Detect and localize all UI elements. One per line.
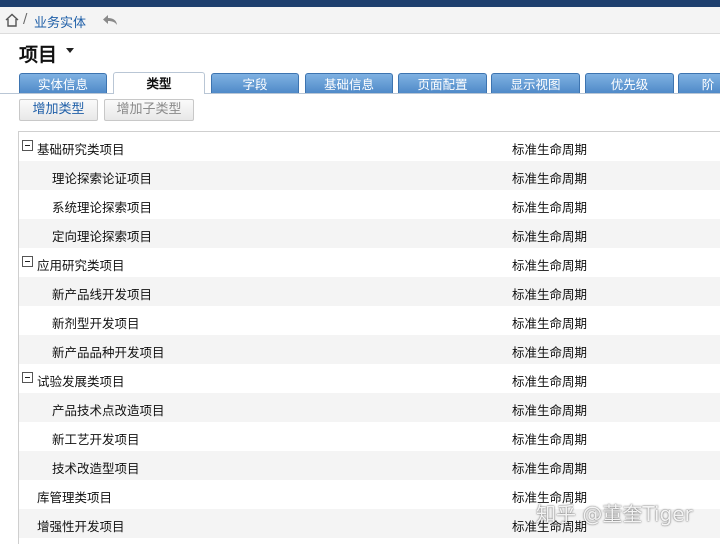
type-name: 基础研究类项目 xyxy=(37,142,125,157)
tab-type[interactable]: 类型 xyxy=(113,72,205,94)
type-tree-grid: 基础研究类项目 标准生命周期 理论探索论证项目 标准生命周期 系统理论探索项目 … xyxy=(18,131,720,544)
tab-page-config[interactable]: 页面配置 xyxy=(398,73,487,94)
top-header-bar xyxy=(0,0,720,7)
tree-row[interactable]: 定向理论探索项目 标准生命周期 xyxy=(19,219,720,248)
type-name: 系统理论探索项目 xyxy=(52,200,153,215)
tree-row[interactable]: 新剂型开发项目 标准生命周期 xyxy=(19,306,720,335)
lifecycle-name: 标准生命周期 xyxy=(512,461,588,476)
tree-row[interactable]: 新工艺开发项目 标准生命周期 xyxy=(19,422,720,451)
tree-row[interactable]: 应用研究类项目 标准生命周期 xyxy=(19,248,720,277)
breadcrumb-link-business-entity[interactable]: 业务实体 xyxy=(34,12,86,31)
type-name: 定向理论探索项目 xyxy=(52,229,153,244)
tab-fields[interactable]: 字段 xyxy=(211,73,299,94)
tab-stage[interactable]: 阶 xyxy=(678,73,720,94)
type-name: 试验发展类项目 xyxy=(37,374,125,389)
type-name: 新剂型开发项目 xyxy=(52,316,140,331)
tab-basic-info[interactable]: 基础信息 xyxy=(305,73,393,94)
tree-row[interactable]: 产品技术点改造项目 标准生命周期 xyxy=(19,393,720,422)
lifecycle-name: 标准生命周期 xyxy=(512,258,588,273)
tree-row[interactable]: 试验发展类项目 标准生命周期 xyxy=(19,364,720,393)
type-name: 新工艺开发项目 xyxy=(52,432,140,447)
add-subtype-button[interactable]: 增加子类型 xyxy=(104,99,194,121)
collapse-toggle-icon[interactable] xyxy=(22,140,33,151)
page-title: 项目 xyxy=(19,44,58,66)
lifecycle-name: 标准生命周期 xyxy=(512,374,588,389)
lifecycle-name: 标准生命周期 xyxy=(512,403,588,418)
tree-row[interactable]: 系统理论探索项目 标准生命周期 xyxy=(19,190,720,219)
tab-display-view[interactable]: 显示视图 xyxy=(491,73,580,94)
type-name: 增强性开发项目 xyxy=(37,519,125,534)
add-type-button[interactable]: 增加类型 xyxy=(19,99,98,121)
tree-row[interactable]: 新产品线开发项目 标准生命周期 xyxy=(19,277,720,306)
tree-row[interactable]: 理论探索论证项目 标准生命周期 xyxy=(19,161,720,190)
type-name: 新产品线开发项目 xyxy=(52,287,153,302)
back-arrow-icon[interactable] xyxy=(101,12,119,28)
tree-row[interactable]: 基础研究类项目 标准生命周期 xyxy=(19,132,720,161)
lifecycle-name: 标准生命周期 xyxy=(512,229,588,244)
collapse-toggle-icon[interactable] xyxy=(22,256,33,267)
tab-priority[interactable]: 优先级 xyxy=(585,73,674,94)
tree-row[interactable]: 新产品品种开发项目 标准生命周期 xyxy=(19,335,720,364)
lifecycle-name: 标准生命周期 xyxy=(512,142,588,157)
lifecycle-name: 标准生命周期 xyxy=(512,287,588,302)
breadcrumb-separator: / xyxy=(23,12,28,27)
type-name: 技术改造型项目 xyxy=(52,461,140,476)
tab-divider xyxy=(0,93,720,94)
type-name: 新产品品种开发项目 xyxy=(52,345,165,360)
collapse-toggle-icon[interactable] xyxy=(22,372,33,383)
lifecycle-name: 标准生命周期 xyxy=(512,171,588,186)
breadcrumb: / 业务实体 xyxy=(0,7,720,34)
type-name: 产品技术点改造项目 xyxy=(52,403,165,418)
lifecycle-name: 标准生命周期 xyxy=(512,200,588,215)
type-name: 库管理类项目 xyxy=(37,490,113,505)
lifecycle-name: 标准生命周期 xyxy=(512,345,588,360)
home-icon[interactable] xyxy=(4,12,20,28)
type-name: 应用研究类项目 xyxy=(37,258,125,273)
tree-row[interactable]: 技术改造型项目 标准生命周期 xyxy=(19,451,720,480)
title-dropdown-caret-icon[interactable] xyxy=(66,48,74,53)
type-name: 理论探索论证项目 xyxy=(52,171,153,186)
tab-bar: 实体信息 类型 字段 基础信息 页面配置 显示视图 优先级 阶 xyxy=(19,72,720,94)
lifecycle-name: 标准生命周期 xyxy=(512,316,588,331)
lifecycle-name: 标准生命周期 xyxy=(512,432,588,447)
tab-entity-info[interactable]: 实体信息 xyxy=(19,73,107,94)
watermark: 知乎 @董奎Tiger xyxy=(536,502,693,526)
